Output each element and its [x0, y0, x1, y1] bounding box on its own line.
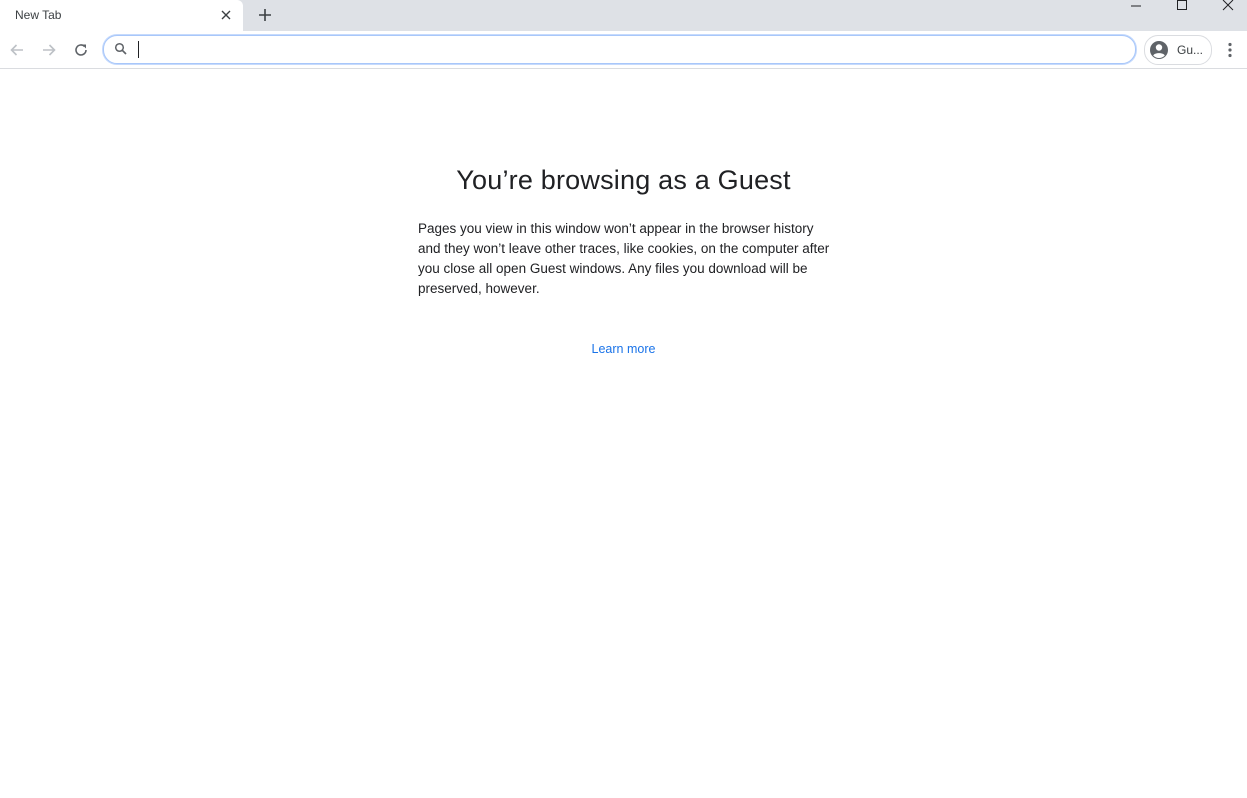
text-caret [138, 41, 139, 58]
maximize-button[interactable] [1168, 0, 1196, 12]
toolbar: Gu... [0, 31, 1247, 69]
window-close-button[interactable] [1214, 0, 1242, 12]
profile-button[interactable]: Gu... [1144, 35, 1212, 65]
minimize-button[interactable] [1122, 0, 1150, 12]
new-tab-button[interactable] [256, 6, 274, 24]
tab-title: New Tab [15, 8, 62, 22]
search-icon [114, 42, 127, 55]
forward-arrow-icon [43, 44, 56, 56]
menu-button[interactable] [1220, 40, 1240, 60]
learn-more-container: Learn more [0, 342, 1247, 356]
reload-icon [75, 44, 87, 56]
plus-icon [259, 9, 271, 21]
back-button[interactable] [7, 40, 27, 60]
tab-close-button[interactable] [218, 7, 234, 23]
maximize-icon [1177, 0, 1187, 10]
reload-button[interactable] [71, 40, 91, 60]
address-input[interactable] [137, 39, 1117, 59]
tab-new-tab[interactable]: New Tab [0, 0, 243, 31]
page-title: You’re browsing as a Guest [456, 165, 791, 195]
omnibox[interactable] [103, 35, 1136, 64]
forward-button[interactable] [39, 40, 59, 60]
window-close-icon [1222, 0, 1234, 11]
kebab-menu-icon [1228, 42, 1232, 58]
close-icon [221, 10, 231, 20]
tab-strip: New Tab [0, 0, 1247, 31]
avatar-icon [1150, 41, 1168, 59]
profile-label: Gu... [1177, 43, 1204, 57]
back-arrow-icon [10, 44, 23, 56]
minimize-icon [1131, 5, 1141, 7]
guest-description: Pages you view in this window won’t appe… [418, 221, 830, 296]
page-content: You’re browsing as a Guest Pages you vie… [0, 69, 1247, 798]
learn-more-link[interactable]: Learn more [592, 342, 656, 356]
